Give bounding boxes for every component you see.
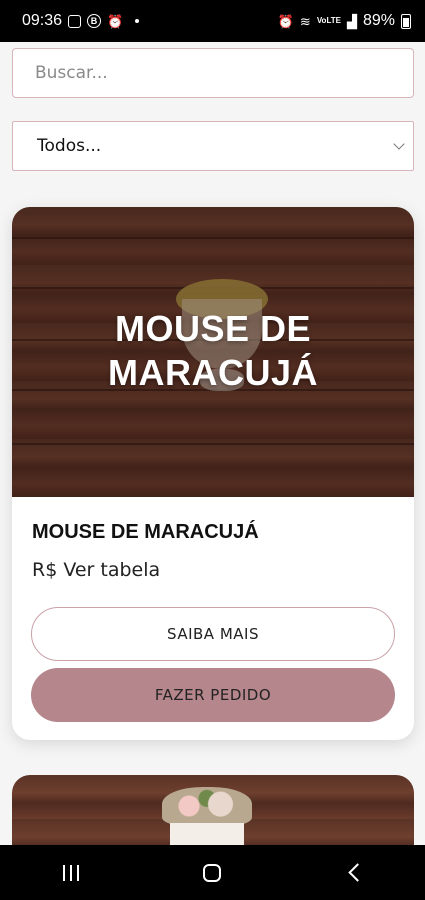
status-right: ⏰ ≋ VoLTE ▟ 89% <box>278 12 411 30</box>
gallery-notification-icon <box>68 14 82 28</box>
back-icon <box>347 863 367 882</box>
battery-icon <box>401 13 411 29</box>
product-image[interactable]: MOUSE DE MARACUJÁ <box>12 207 414 497</box>
alarm-icon: ⏰ <box>107 13 124 29</box>
wifi-icon: ≋ <box>299 13 311 29</box>
category-select-value: Todos... <box>37 136 102 156</box>
status-left: 09:36 B ⏰ <box>22 12 140 30</box>
alarm-status-icon: ⏰ <box>277 13 294 29</box>
status-bar: 09:36 B ⏰ ⏰ ≋ VoLTE ▟ 89% <box>0 0 425 42</box>
home-button[interactable] <box>192 853 232 893</box>
product-title: MOUSE DE MARACUJÁ <box>32 521 259 543</box>
fazer-pedido-button[interactable]: FAZER PEDIDO <box>31 668 395 722</box>
home-icon <box>203 863 222 882</box>
category-select[interactable]: Todos... <box>12 121 414 171</box>
search-input[interactable] <box>33 62 413 84</box>
back-button[interactable] <box>334 853 374 893</box>
volte-indicator: VoLTE <box>316 16 341 25</box>
signal-icon: ▟ <box>346 13 357 29</box>
recents-button[interactable] <box>51 853 91 893</box>
battery-percent: 89% <box>362 12 395 29</box>
more-notifications-icon <box>135 19 140 23</box>
status-time: 09:36 <box>22 12 63 29</box>
saiba-mais-button[interactable]: SAIBA MAIS <box>31 607 395 661</box>
system-nav-bar <box>0 845 425 900</box>
search-box[interactable] <box>12 48 414 98</box>
product-card: MOUSE DE MARACUJÁ MOUSE DE MARACUJÁ R$ V… <box>12 207 414 740</box>
recents-icon <box>62 864 79 881</box>
product-image-title: MOUSE DE MARACUJÁ <box>108 308 318 393</box>
cake-flowers <box>162 787 252 825</box>
b-notification-icon: B <box>87 14 102 28</box>
chevron-down-icon <box>393 138 405 150</box>
product-price: R$ Ver tabela <box>32 559 161 581</box>
